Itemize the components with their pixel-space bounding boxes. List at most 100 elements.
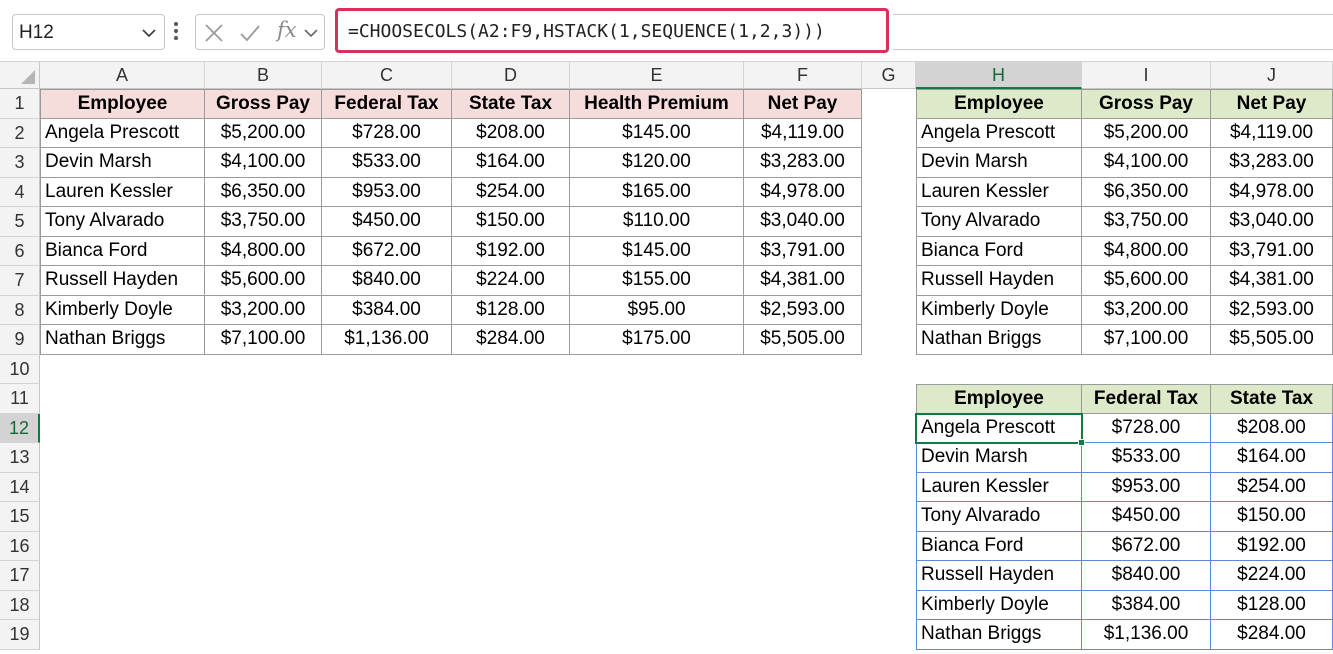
name-box[interactable]: H12 xyxy=(12,14,165,50)
row-header-6[interactable]: 6 xyxy=(0,236,40,266)
source-data-cell[interactable]: $95.00 xyxy=(570,295,744,325)
column-header-g[interactable]: G xyxy=(862,62,916,89)
result1-data-cell[interactable]: $6,350.00 xyxy=(1082,177,1211,207)
column-header-d[interactable]: D xyxy=(452,62,570,89)
result1-data-cell[interactable]: Kimberly Doyle xyxy=(916,295,1082,325)
source-data-cell[interactable]: $4,381.00 xyxy=(744,266,862,296)
result1-data-cell[interactable]: $5,505.00 xyxy=(1211,325,1333,355)
result1-data-cell[interactable]: Bianca Ford xyxy=(916,236,1082,266)
source-data-cell[interactable]: Nathan Briggs xyxy=(40,325,205,355)
source-data-cell[interactable]: $3,791.00 xyxy=(744,236,862,266)
row-header-3[interactable]: 3 xyxy=(0,148,40,178)
result1-data-cell[interactable]: $4,100.00 xyxy=(1082,148,1211,178)
formula-input[interactable]: =CHOOSECOLS(A2:F9,HSTACK(1,SEQUENCE(1,2,… xyxy=(335,8,889,53)
chevron-down-icon[interactable] xyxy=(302,21,320,45)
source-data-cell[interactable]: $3,200.00 xyxy=(205,295,322,325)
row-header-14[interactable]: 14 xyxy=(0,472,40,502)
source-data-cell[interactable]: $155.00 xyxy=(570,266,744,296)
source-data-cell[interactable]: $145.00 xyxy=(570,236,744,266)
source-data-cell[interactable]: $840.00 xyxy=(322,266,452,296)
column-header-h[interactable]: H xyxy=(916,62,1082,89)
result1-header-cell[interactable]: Net Pay xyxy=(1211,89,1333,119)
source-data-cell[interactable]: $4,800.00 xyxy=(205,236,322,266)
row-header-16[interactable]: 16 xyxy=(0,531,40,561)
result2-data-cell[interactable]: Tony Alvarado xyxy=(916,502,1082,532)
row-header-17[interactable]: 17 xyxy=(0,561,40,591)
more-dots-icon[interactable] xyxy=(173,20,179,42)
result2-data-cell[interactable]: $1,136.00 xyxy=(1082,620,1211,650)
result1-header-cell[interactable]: Employee xyxy=(916,89,1082,119)
row-header-1[interactable]: 1 xyxy=(0,89,40,119)
source-data-cell[interactable]: $224.00 xyxy=(452,266,570,296)
result2-data-cell[interactable]: Kimberly Doyle xyxy=(916,590,1082,620)
cancel-x-icon[interactable] xyxy=(202,21,226,45)
source-header-cell[interactable]: Gross Pay xyxy=(205,89,322,119)
source-data-cell[interactable]: $953.00 xyxy=(322,177,452,207)
source-data-cell[interactable]: $533.00 xyxy=(322,148,452,178)
result2-data-cell[interactable]: $672.00 xyxy=(1082,531,1211,561)
source-data-cell[interactable]: Devin Marsh xyxy=(40,148,205,178)
column-header-j[interactable]: J xyxy=(1211,62,1333,89)
result2-data-cell[interactable]: $284.00 xyxy=(1211,620,1333,650)
result2-header-cell[interactable]: Employee xyxy=(916,384,1082,414)
source-data-cell[interactable]: Angela Prescott xyxy=(40,118,205,148)
result2-data-cell[interactable]: $128.00 xyxy=(1211,590,1333,620)
result1-header-cell[interactable]: Gross Pay xyxy=(1082,89,1211,119)
result1-data-cell[interactable]: $4,119.00 xyxy=(1211,118,1333,148)
source-data-cell[interactable]: $284.00 xyxy=(452,325,570,355)
column-header-f[interactable]: F xyxy=(744,62,862,89)
result1-data-cell[interactable]: Tony Alvarado xyxy=(916,207,1082,237)
result2-header-cell[interactable]: Federal Tax xyxy=(1082,384,1211,414)
row-header-13[interactable]: 13 xyxy=(0,443,40,473)
result1-data-cell[interactable]: $7,100.00 xyxy=(1082,325,1211,355)
row-header-19[interactable]: 19 xyxy=(0,620,40,650)
result2-data-cell[interactable]: $728.00 xyxy=(1082,413,1211,443)
source-data-cell[interactable]: $6,350.00 xyxy=(205,177,322,207)
source-header-cell[interactable]: State Tax xyxy=(452,89,570,119)
source-data-cell[interactable]: $254.00 xyxy=(452,177,570,207)
result1-data-cell[interactable]: $2,593.00 xyxy=(1211,295,1333,325)
source-data-cell[interactable]: $2,593.00 xyxy=(744,295,862,325)
result1-data-cell[interactable]: $4,381.00 xyxy=(1211,266,1333,296)
source-data-cell[interactable]: $192.00 xyxy=(452,236,570,266)
source-data-cell[interactable]: Lauren Kessler xyxy=(40,177,205,207)
result1-data-cell[interactable]: $4,978.00 xyxy=(1211,177,1333,207)
confirm-check-icon[interactable] xyxy=(238,21,262,45)
source-data-cell[interactable]: Tony Alvarado xyxy=(40,207,205,237)
row-header-4[interactable]: 4 xyxy=(0,177,40,207)
source-data-cell[interactable]: $4,100.00 xyxy=(205,148,322,178)
source-data-cell[interactable]: $1,136.00 xyxy=(322,325,452,355)
result2-data-cell[interactable]: $224.00 xyxy=(1211,561,1333,591)
source-data-cell[interactable]: $3,040.00 xyxy=(744,207,862,237)
result2-data-cell[interactable]: $164.00 xyxy=(1211,443,1333,473)
result1-data-cell[interactable]: $5,200.00 xyxy=(1082,118,1211,148)
result2-data-cell[interactable]: $150.00 xyxy=(1211,502,1333,532)
result1-data-cell[interactable]: Devin Marsh xyxy=(916,148,1082,178)
result2-data-cell[interactable]: Russell Hayden xyxy=(916,561,1082,591)
row-header-15[interactable]: 15 xyxy=(0,502,40,532)
result2-data-cell[interactable]: Nathan Briggs xyxy=(916,620,1082,650)
source-data-cell[interactable]: $110.00 xyxy=(570,207,744,237)
source-data-cell[interactable]: $165.00 xyxy=(570,177,744,207)
result1-data-cell[interactable]: $5,600.00 xyxy=(1082,266,1211,296)
source-data-cell[interactable]: $5,200.00 xyxy=(205,118,322,148)
source-header-cell[interactable]: Net Pay xyxy=(744,89,862,119)
result1-data-cell[interactable]: Nathan Briggs xyxy=(916,325,1082,355)
source-data-cell[interactable]: $728.00 xyxy=(322,118,452,148)
worksheet-grid[interactable]: ABCDEFGHIJ 1 2 3 4 5 6 7 8 9 10 11 12 13 14 15 16 17 18 19… xyxy=(0,62,1333,654)
source-data-cell[interactable]: Bianca Ford xyxy=(40,236,205,266)
source-header-cell[interactable]: Employee xyxy=(40,89,205,119)
source-data-cell[interactable]: $208.00 xyxy=(452,118,570,148)
result1-data-cell[interactable]: $3,040.00 xyxy=(1211,207,1333,237)
result1-data-cell[interactable]: Lauren Kessler xyxy=(916,177,1082,207)
result1-data-cell[interactable]: Angela Prescott xyxy=(916,118,1082,148)
row-header-9[interactable]: 9 xyxy=(0,325,40,355)
result2-data-cell[interactable]: $254.00 xyxy=(1211,472,1333,502)
row-header-10[interactable]: 10 xyxy=(0,354,40,384)
result2-data-cell[interactable]: $450.00 xyxy=(1082,502,1211,532)
result1-data-cell[interactable]: $3,200.00 xyxy=(1082,295,1211,325)
row-header-8[interactable]: 8 xyxy=(0,295,40,325)
column-header-c[interactable]: C xyxy=(322,62,452,89)
column-header-i[interactable]: I xyxy=(1082,62,1211,89)
result2-data-cell[interactable]: $533.00 xyxy=(1082,443,1211,473)
